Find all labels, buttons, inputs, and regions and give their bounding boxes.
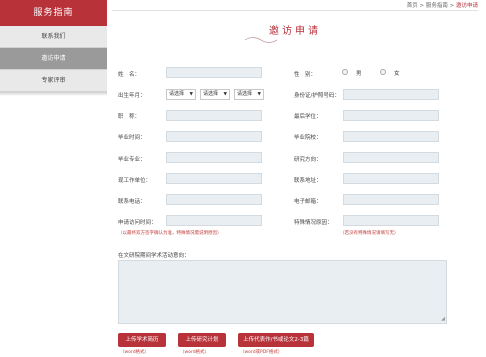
upload-works-hint: （word或PDF格式） <box>240 350 283 355</box>
special-reason-input[interactable] <box>343 215 439 226</box>
breadcrumb-section[interactable]: 服务指南 <box>426 3 448 9</box>
breadcrumb-separator: > <box>447 3 456 9</box>
upload-cv-button[interactable]: 上传学术简历 <box>118 333 166 347</box>
email-input[interactable] <box>343 194 439 205</box>
name-label: 姓 名： <box>118 72 141 78</box>
special-reason-label: 特殊情况原因： <box>294 220 333 226</box>
research-label: 研究方向： <box>294 157 322 163</box>
breadcrumb: 首页 > 服务指南 > 邀访申请 <box>407 1 478 9</box>
breadcrumb-current: 邀访申请 <box>455 3 478 9</box>
birth-month-value: 请选择 <box>203 91 219 97</box>
birth-label: 出生年月： <box>118 93 146 99</box>
phone-label: 联系电话： <box>118 199 146 205</box>
address-input[interactable] <box>343 173 439 184</box>
gender-label: 性 别： <box>294 72 317 78</box>
address-label: 联系地址： <box>294 178 322 184</box>
id-label: 身份证/护照号码： <box>294 93 340 99</box>
title-label: 职 称： <box>118 114 141 120</box>
resize-grip-icon[interactable]: ◢ <box>441 316 445 322</box>
upload-plan-button[interactable]: 上传研究计划 <box>178 333 226 347</box>
visit-time-label: 申请访问时间： <box>118 220 157 226</box>
sidebar-item-expert-review[interactable]: 专家评审 <box>0 70 107 92</box>
chevron-down-icon: ▼ <box>223 92 227 97</box>
gender-female-label: 女 <box>394 71 400 77</box>
header-divider <box>112 10 478 11</box>
graduation-time-label: 毕业时间： <box>118 135 146 141</box>
gender-female-radio[interactable] <box>380 69 386 75</box>
breadcrumb-separator: > <box>417 3 426 9</box>
school-input[interactable] <box>343 131 439 142</box>
birth-month-select[interactable]: 请选择 ▼ <box>200 89 230 100</box>
ornament-icon <box>244 37 278 43</box>
birth-day-value: 请选择 <box>237 91 253 97</box>
plan-label: 在文研院期间学术活动意向： <box>118 253 190 259</box>
visit-time-note: （以最终双方签字确认为准，特殊情况需说明原因） <box>118 231 222 236</box>
upload-cv-hint: （word格式） <box>120 350 150 355</box>
unit-input[interactable] <box>166 173 262 184</box>
chevron-down-icon: ▼ <box>257 92 261 97</box>
unit-label: 现工作单位： <box>118 178 152 184</box>
major-label: 毕业专业： <box>118 157 146 163</box>
title-input[interactable] <box>166 110 262 121</box>
visit-time-input[interactable] <box>166 215 262 226</box>
upload-works-button[interactable]: 上传代表作/书或论文2-3篇 <box>238 333 314 347</box>
research-input[interactable] <box>343 152 439 163</box>
page-title: 邀访申请 <box>269 26 321 37</box>
birth-year-select[interactable]: 请选择 ▼ <box>166 89 196 100</box>
special-reason-note: （若没有特殊情况请填写无） <box>340 231 399 236</box>
sidebar-shadow <box>0 92 107 96</box>
email-label: 电子邮箱： <box>294 199 322 205</box>
plan-textarea[interactable]: ◢ <box>118 260 447 324</box>
degree-label: 最后学位： <box>294 114 322 120</box>
name-input[interactable] <box>166 67 262 78</box>
upload-plan-hint: （word格式） <box>180 350 210 355</box>
sidebar: 服务指南 联系我们 邀访申请 专家评审 <box>0 0 107 96</box>
id-input[interactable] <box>343 89 439 100</box>
birth-year-value: 请选择 <box>169 91 185 97</box>
sidebar-title: 服务指南 <box>0 0 107 26</box>
birth-day-select[interactable]: 请选择 ▼ <box>234 89 264 100</box>
sidebar-item-visit-application[interactable]: 邀访申请 <box>0 48 107 70</box>
gender-male-label: 男 <box>356 71 362 77</box>
major-input[interactable] <box>166 152 262 163</box>
gender-male-radio[interactable] <box>342 69 348 75</box>
graduation-time-input[interactable] <box>166 131 262 142</box>
breadcrumb-home[interactable]: 首页 <box>407 3 418 9</box>
chevron-down-icon: ▼ <box>189 92 193 97</box>
sidebar-item-contact[interactable]: 联系我们 <box>0 26 107 48</box>
phone-input[interactable] <box>166 194 262 205</box>
degree-input[interactable] <box>343 110 439 121</box>
school-label: 毕业院校： <box>294 135 322 141</box>
